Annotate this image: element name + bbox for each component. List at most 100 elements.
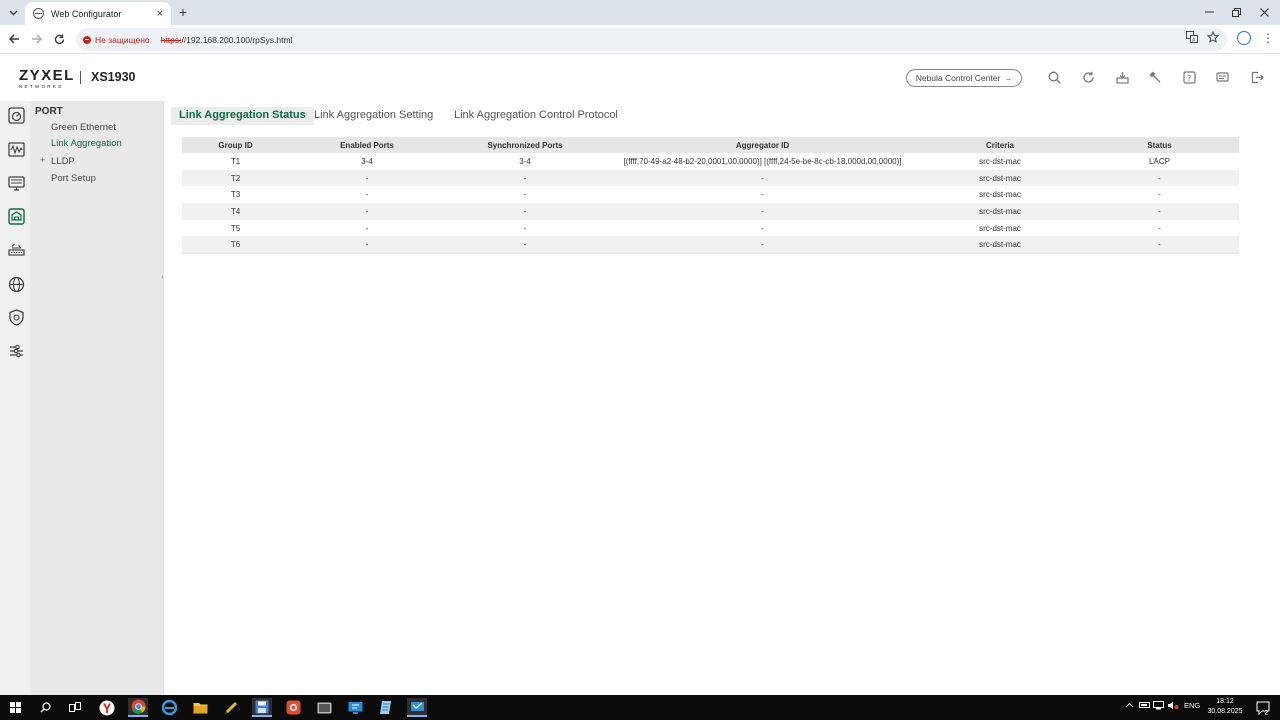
app-header: ZYXEL NETWORKS XS1930 Nebula Control Cen… bbox=[0, 55, 1280, 101]
dashboard-icon[interactable] bbox=[7, 106, 25, 124]
globe-icon bbox=[33, 8, 44, 19]
cell-aggregator-id: - bbox=[605, 236, 920, 254]
camera-app-icon[interactable] bbox=[283, 698, 303, 717]
network-globe-icon[interactable] bbox=[7, 275, 25, 293]
submenu-item-link-aggregation[interactable]: Link Aggregation bbox=[51, 138, 122, 149]
tray-volume-muted-icon[interactable] bbox=[1167, 701, 1179, 712]
device-model: XS1930 bbox=[91, 70, 136, 84]
submenu-title: PORT bbox=[35, 106, 63, 117]
cell-group-id: T6 bbox=[182, 236, 289, 254]
file-explorer-icon[interactable] bbox=[190, 698, 210, 717]
table-row: T4 - - - src-dst-mac - bbox=[182, 203, 1239, 220]
pen-app-icon[interactable] bbox=[221, 698, 241, 717]
submenu-item-green-ethernet[interactable]: Green Ethernet bbox=[51, 122, 116, 133]
save-config-icon[interactable] bbox=[1115, 70, 1129, 84]
url-scheme: https: bbox=[160, 34, 182, 45]
nebula-button-label: Nebula Control Center bbox=[915, 73, 1001, 83]
cell-aggregator-id: - bbox=[605, 203, 920, 220]
port-icon[interactable] bbox=[7, 207, 25, 225]
browser-tab[interactable]: Web Configurator × bbox=[25, 2, 171, 25]
submenu-item-lldp[interactable]: LLDP bbox=[51, 156, 75, 167]
language-indicator[interactable]: ENG bbox=[1184, 701, 1200, 710]
notification-center-icon[interactable]: 2 bbox=[1253, 698, 1273, 717]
cell-enabled-ports: - bbox=[289, 169, 445, 187]
url-omnibox[interactable]: Не защищено https: //192.168.200.100/rpS… bbox=[76, 28, 1227, 51]
column-header-enabled-ports: Enabled Ports bbox=[289, 137, 445, 153]
clock-time: 18:12 bbox=[1216, 698, 1234, 705]
cell-status: - bbox=[1080, 236, 1239, 254]
cell-enabled-ports: 3-4 bbox=[289, 153, 445, 170]
profile-avatar-icon[interactable] bbox=[1237, 31, 1251, 45]
system-icon[interactable] bbox=[7, 174, 25, 192]
terminal-app-icon[interactable] bbox=[314, 698, 334, 717]
tab-link-aggregation-setting[interactable]: Link Aggregation Setting bbox=[306, 107, 441, 125]
remote-desktop-icon[interactable] bbox=[345, 698, 365, 717]
cell-group-id: T2 bbox=[182, 169, 289, 187]
not-secure-icon bbox=[83, 35, 91, 44]
notes-app-icon[interactable] bbox=[376, 698, 396, 717]
cell-status: - bbox=[1080, 186, 1239, 204]
column-header-aggregator-id: Aggregator ID bbox=[605, 137, 920, 153]
cell-criteria: src-dst-mac bbox=[920, 153, 1080, 170]
column-header-status: Status bbox=[1080, 137, 1239, 153]
security-shield-icon[interactable] bbox=[7, 308, 25, 326]
search-icon[interactable] bbox=[1047, 70, 1061, 84]
browser-menu-icon[interactable]: ⋮ bbox=[1262, 31, 1274, 45]
cell-group-id: T1 bbox=[182, 153, 289, 170]
column-header-group-id: Group ID bbox=[182, 137, 289, 153]
site-map-icon[interactable] bbox=[1215, 70, 1229, 84]
tab-link-aggregation-control-protocol[interactable]: Link Aggregation Control Protocol bbox=[446, 107, 626, 125]
tray-battery-icon[interactable] bbox=[1139, 701, 1151, 711]
cell-synchronized-ports: - bbox=[445, 169, 605, 187]
chrome-icon[interactable] bbox=[128, 698, 148, 717]
management-tools-icon[interactable] bbox=[7, 342, 25, 360]
close-window-button[interactable] bbox=[1250, 3, 1278, 21]
yandex-browser-icon[interactable] bbox=[97, 698, 117, 717]
cell-synchronized-ports: - bbox=[445, 186, 605, 204]
switching-icon[interactable] bbox=[7, 241, 25, 259]
tab-link-aggregation-status[interactable]: Link Aggregation Status bbox=[171, 107, 314, 125]
reload-button[interactable] bbox=[51, 31, 67, 47]
notification-count: 2 bbox=[1265, 709, 1269, 715]
maximize-window-button[interactable] bbox=[1222, 3, 1250, 21]
main-content: Link Aggregation Status Link Aggregation… bbox=[163, 101, 1280, 695]
bookmark-star-icon[interactable] bbox=[1206, 30, 1220, 44]
network-tool-icon[interactable] bbox=[407, 698, 427, 717]
taskbar-clock[interactable]: 18:12 30.08.2025 bbox=[1205, 697, 1245, 717]
monitor-icon[interactable] bbox=[7, 140, 25, 158]
column-header-criteria: Criteria bbox=[920, 137, 1080, 153]
table-row: T6 - - - src-dst-mac - bbox=[182, 236, 1239, 254]
translate-icon[interactable]: A bbox=[1185, 30, 1199, 44]
forward-button[interactable] bbox=[28, 31, 44, 47]
help-icon[interactable]: ? bbox=[1182, 70, 1196, 84]
cell-group-id: T3 bbox=[182, 186, 289, 204]
refresh-icon[interactable] bbox=[1081, 70, 1095, 84]
taskbar-search-icon[interactable] bbox=[35, 698, 55, 717]
table-row: T5 - - - src-dst-mac - bbox=[182, 219, 1239, 237]
tab-search-chevron-icon[interactable] bbox=[4, 4, 22, 22]
save-app-icon[interactable] bbox=[252, 698, 272, 717]
tray-overflow-icon[interactable] bbox=[1125, 701, 1134, 710]
edge-icon[interactable] bbox=[159, 698, 179, 717]
cell-criteria: src-dst-mac bbox=[920, 219, 1080, 237]
maintenance-tools-icon[interactable] bbox=[1148, 70, 1162, 84]
cell-status: - bbox=[1080, 203, 1239, 220]
url-text: //192.168.200.100/rpSys.html bbox=[181, 34, 293, 45]
tray-network-icon[interactable] bbox=[1153, 701, 1164, 712]
logout-icon[interactable] bbox=[1250, 70, 1264, 84]
cell-criteria: src-dst-mac bbox=[920, 236, 1080, 254]
minimize-window-button[interactable] bbox=[1195, 3, 1223, 21]
new-tab-button[interactable]: + bbox=[176, 4, 190, 20]
svg-text:A: A bbox=[1192, 38, 1196, 44]
cell-criteria: src-dst-mac bbox=[920, 203, 1080, 220]
cell-aggregator-id: - bbox=[605, 186, 920, 204]
windows-start-icon[interactable] bbox=[5, 698, 25, 717]
nebula-control-center-button[interactable]: Nebula Control Center → bbox=[906, 69, 1022, 87]
submenu-item-port-setup[interactable]: Port Setup bbox=[51, 173, 96, 184]
expand-lldp-icon[interactable]: + bbox=[40, 155, 45, 165]
back-button[interactable] bbox=[6, 31, 22, 47]
security-status-label[interactable]: Не защищено bbox=[95, 35, 150, 45]
browser-tab-strip: Web Configurator × + bbox=[0, 0, 1280, 25]
close-tab-button[interactable]: × bbox=[157, 8, 163, 20]
task-view-icon[interactable] bbox=[65, 698, 85, 717]
